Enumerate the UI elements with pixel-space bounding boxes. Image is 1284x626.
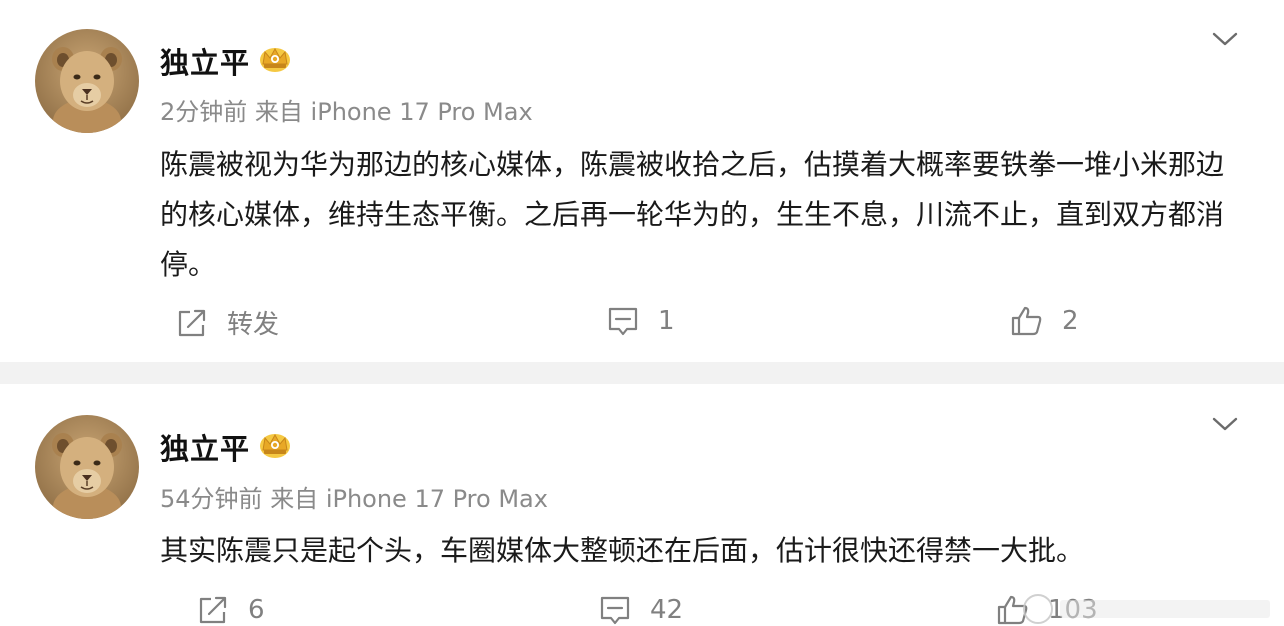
like-count: 2 <box>1062 306 1079 336</box>
user-name[interactable]: 独立平 <box>160 426 250 468</box>
post-meta: 2分钟前 来自 iPhone 17 Pro Max <box>160 92 533 127</box>
post-card: 独立平 2分钟前 来自 iPhone 17 Pro Max 陈震被视为华为那边的… <box>0 0 1284 362</box>
repost-icon <box>178 309 206 336</box>
watermark-image <box>1023 594 1270 624</box>
comment-icon <box>608 307 638 336</box>
chevron-down-icon[interactable] <box>1210 414 1240 434</box>
repost-button[interactable]: 转发 <box>175 304 279 341</box>
post-meta: 54分钟前 来自 iPhone 17 Pro Max <box>160 479 548 514</box>
repost-icon <box>199 596 227 624</box>
repost-label: 转发 <box>227 310 280 340</box>
weibo-feed: 独立平 2分钟前 来自 iPhone 17 Pro Max 陈震被视为华为那边的… <box>0 0 1284 626</box>
comment-button[interactable]: 42 <box>598 593 683 626</box>
user-name[interactable]: 独立平 <box>160 40 250 82</box>
comment-count: 42 <box>650 595 684 625</box>
post-text: 其实陈震只是起个头，车圈媒体大整顿还在后面，估计很快还得禁一大批。 <box>160 534 1085 567</box>
post-source: 来自 iPhone 17 Pro Max <box>270 485 548 513</box>
crown-badge-icon[interactable] <box>258 44 292 74</box>
post-time: 2分钟前 <box>160 98 248 126</box>
comment-button[interactable]: 1 <box>606 304 675 338</box>
lion-cub-avatar-image <box>35 415 139 519</box>
crown-badge-icon[interactable] <box>258 430 292 460</box>
post-divider <box>0 362 1284 384</box>
post-source: 来自 iPhone 17 Pro Max <box>254 98 533 126</box>
comment-icon <box>600 596 630 625</box>
thumbs-up-icon <box>1011 306 1042 336</box>
lion-cub-avatar-image <box>35 29 139 133</box>
repost-button[interactable]: 6 <box>196 593 265 626</box>
avatar[interactable] <box>35 29 139 133</box>
post-card: 独立平 54分钟前 来自 iPhone 17 Pro Max 其实陈震只是起个头… <box>0 384 1284 626</box>
avatar[interactable] <box>35 415 139 519</box>
comment-count: 1 <box>658 306 675 336</box>
like-button[interactable]: 2 <box>1010 304 1079 338</box>
chevron-down-icon[interactable] <box>1210 29 1240 49</box>
post-text: 陈震被视为华为那边的核心媒体，陈震被收拾之后，估摸着大概率要铁拳一堆小米那边的核… <box>160 148 1225 281</box>
post-time: 54分钟前 <box>160 485 263 513</box>
repost-count: 6 <box>248 595 265 625</box>
